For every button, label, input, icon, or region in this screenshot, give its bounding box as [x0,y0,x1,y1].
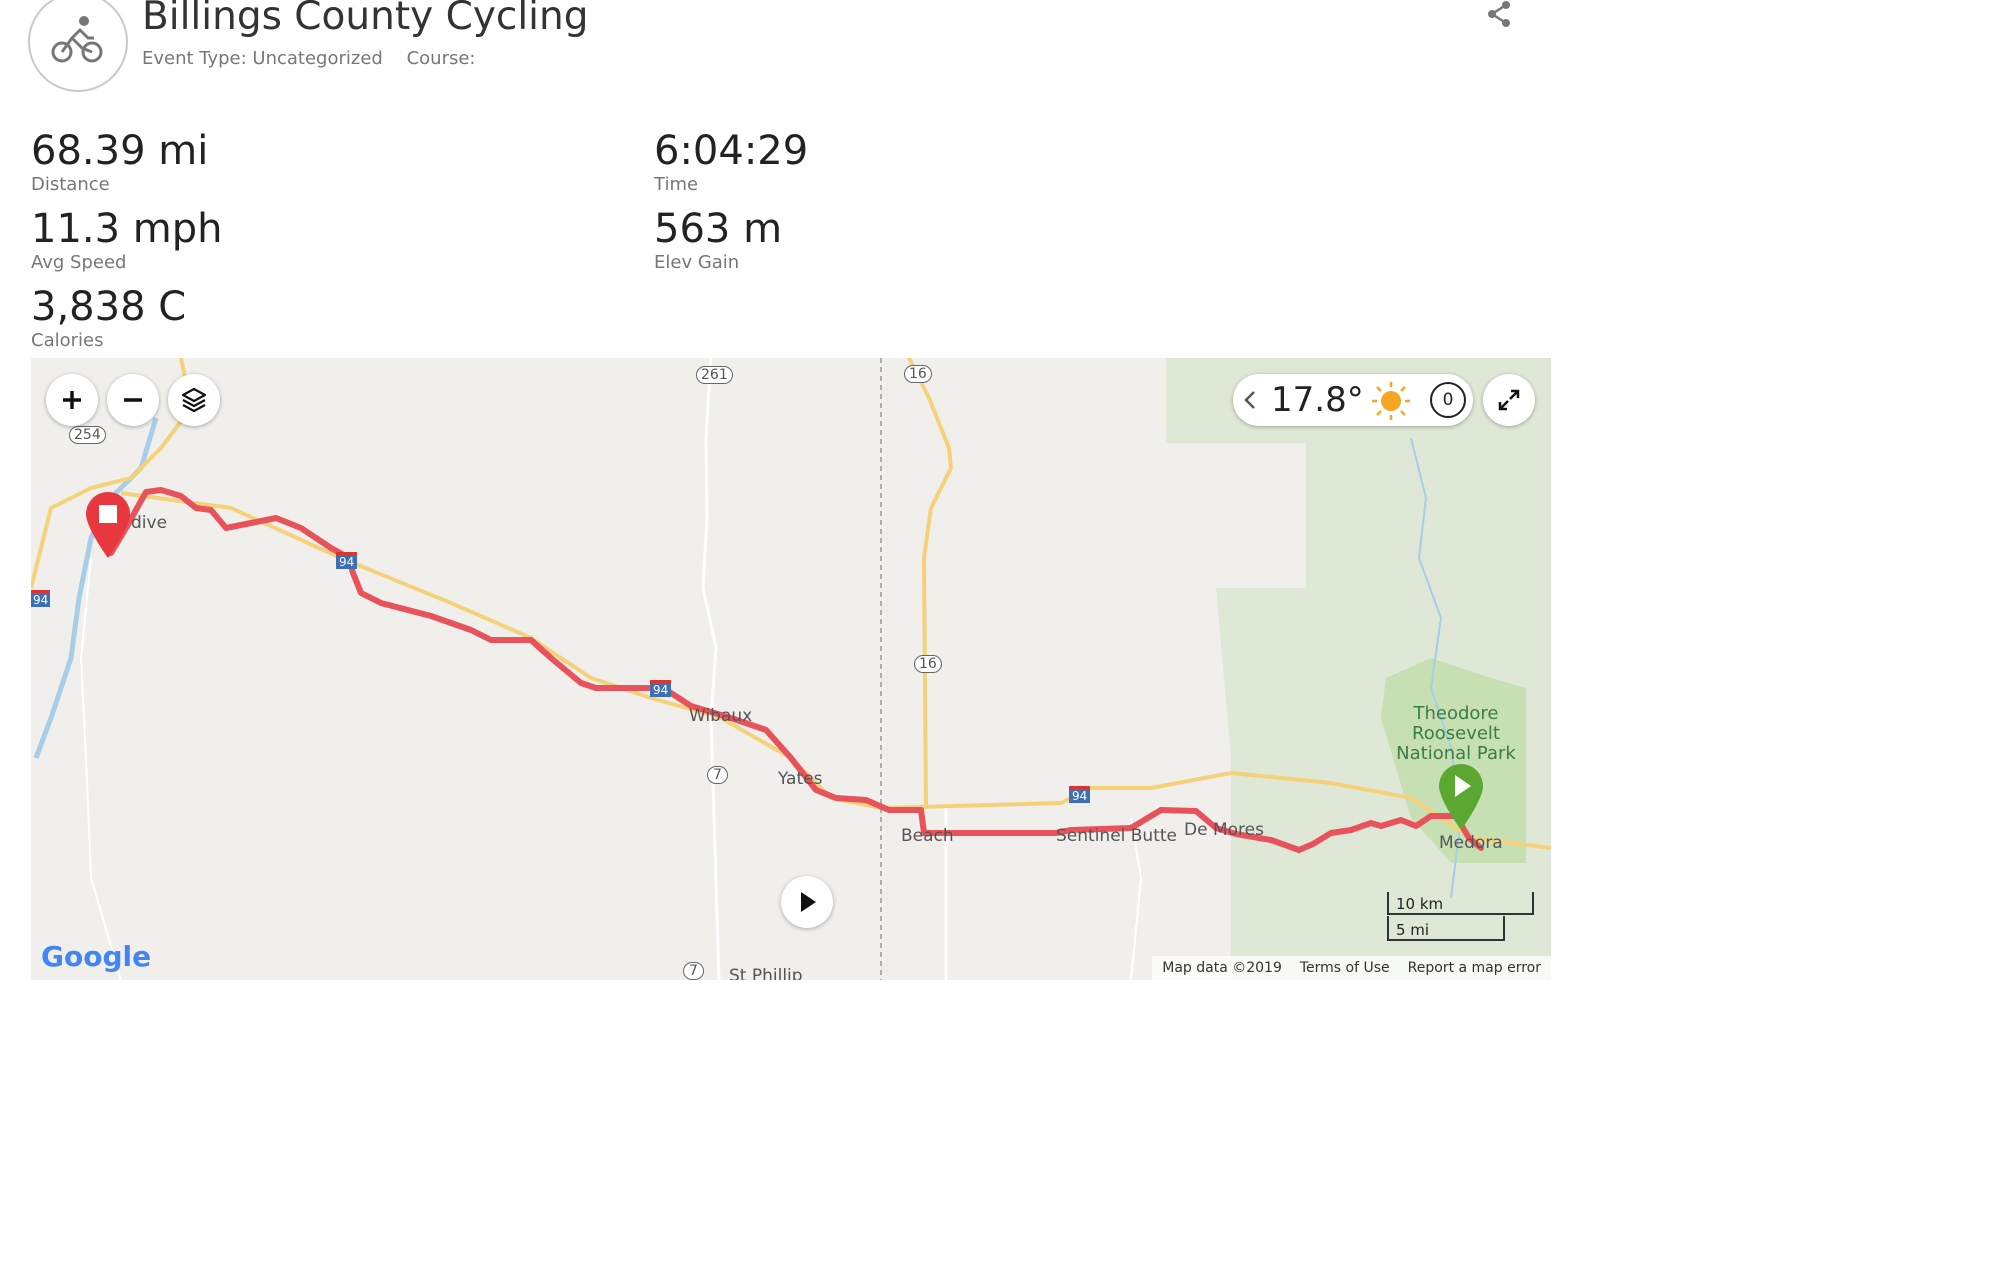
course: Course: [406,48,476,69]
plus-icon [63,391,81,409]
cycling-icon [51,16,103,63]
place-yates: Yates [778,769,823,789]
zoom-out-button[interactable] [107,374,159,426]
highway-shield-16-mid: 16 [914,655,942,673]
fullscreen-button[interactable] [1483,374,1535,426]
weather-widget[interactable]: 17.8° 0 [1233,374,1473,426]
distance-value: 68.39 mi [31,128,209,174]
interstate-shield-94-mid: 94 [650,680,672,697]
map-data-credit: Map data ©2019 [1162,960,1282,976]
interstate-shield-94-west: 94 [336,552,358,569]
place-glendive: dive [131,513,168,533]
activity-title: Billings County Cycling [142,0,589,39]
place-st-phillip: St Phillip [729,966,803,980]
play-route-button[interactable] [781,876,833,928]
calories-value: 3,838 C [31,284,187,330]
highway-shield-261: 261 [696,366,733,384]
temperature: 17.8° [1271,380,1364,420]
activity-subtitle: Event Type: Uncategorized Course: [142,48,494,69]
route-map[interactable]: 261 254 16 16 7 7 94 94 94 94 dive Wibau… [31,358,1551,980]
time-label: Time [654,174,699,195]
map-layers-button[interactable] [168,374,220,426]
stat-calories: 3,838 C Calories [31,284,186,352]
sun-icon [1372,382,1410,420]
stat-time: 6:04:29 Time [654,128,808,196]
activity-type-icon [28,0,128,92]
highway-shield-16-top: 16 [904,365,932,383]
highway-shield-7-bottom: 7 [683,962,704,980]
place-de-mores: De Mores [1184,820,1264,840]
wind-icon: 0 [1430,382,1466,418]
highway-shield-7: 7 [707,766,728,784]
minus-icon [124,398,142,402]
distance-label: Distance [31,174,110,195]
wind-speed: 0 [1442,390,1454,410]
map-scale: 10 km 5 mi [1386,890,1536,944]
place-beach: Beach [901,826,954,846]
avg-speed-label: Avg Speed [31,252,127,273]
place-wibaux: Wibaux [689,706,753,726]
calories-label: Calories [31,330,104,351]
stat-elev-gain: 563 m Elev Gain [654,206,782,274]
highway-shield-254: 254 [69,426,106,444]
expand-icon [1498,389,1520,411]
layers-icon [181,387,207,413]
terms-link[interactable]: Terms of Use [1300,960,1390,976]
stop-icon [99,505,117,523]
scale-mi: 5 mi [1396,921,1430,939]
stat-avg-speed: 11.3 mph Avg Speed [31,206,222,274]
time-value: 6:04:29 [654,128,809,174]
stat-distance: 68.39 mi Distance [31,128,208,196]
start-marker[interactable] [1437,764,1485,832]
zoom-in-button[interactable] [46,374,98,426]
place-medora: Medora [1439,833,1503,853]
play-icon [801,892,816,912]
scale-km: 10 km [1396,895,1444,913]
share-button[interactable] [1486,0,1512,32]
end-marker[interactable] [84,492,132,560]
avg-speed-value: 11.3 mph [31,206,223,252]
park-label: Theodore Roosevelt National Park [1396,703,1516,764]
chevron-left-icon[interactable] [1243,390,1257,410]
place-sentinel-butte: Sentinel Butte [1056,826,1178,846]
report-map-error-link[interactable]: Report a map error [1408,960,1541,976]
google-logo: Google [41,940,152,973]
elev-gain-label: Elev Gain [654,252,740,273]
map-attribution: Map data ©2019 Terms of Use Report a map… [1152,956,1551,980]
elev-gain-value: 563 m [654,206,783,252]
event-type: Event Type: Uncategorized [142,48,383,69]
interstate-shield-94-east: 94 [1069,786,1091,803]
interstate-shield-94-edge: 94 [31,590,51,607]
share-icon [1488,1,1510,27]
